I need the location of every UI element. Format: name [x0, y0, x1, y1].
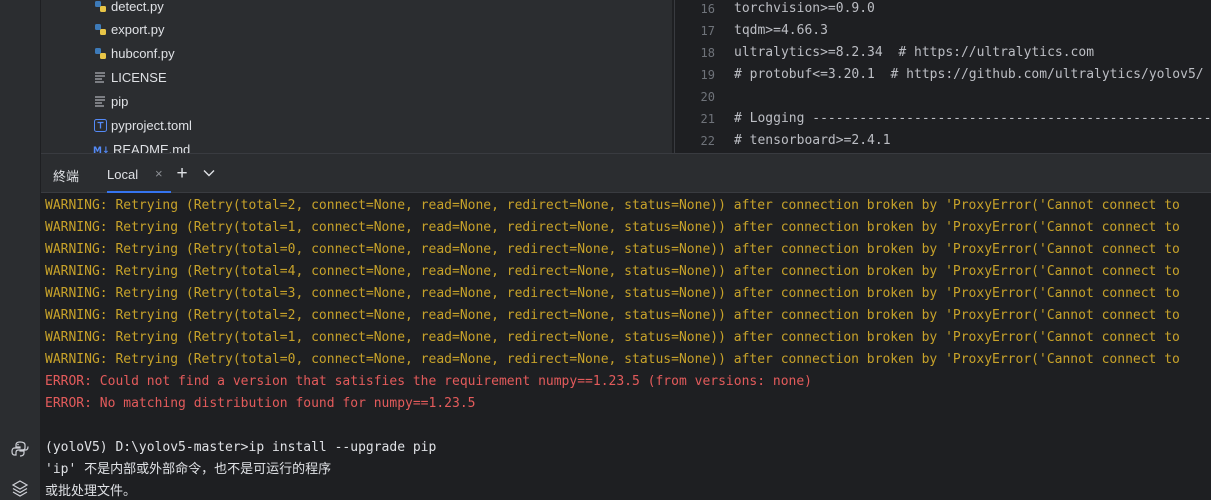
code-line: ultralytics>=8.2.34 # https://ultralytic… — [734, 45, 1095, 60]
tree-item-export-py[interactable]: export.py — [93, 18, 164, 40]
markdown-file-icon: M↓ — [93, 142, 109, 153]
code-line: torchvision>=0.9.0 — [734, 1, 875, 16]
code-line: tqdm>=4.66.3 — [734, 23, 828, 38]
line-number: 20 — [700, 90, 715, 104]
tree-item-label: pyproject.toml — [111, 117, 192, 133]
line-number: 21 — [700, 112, 715, 126]
project-tree: detect.py export.py hubconf.py LICENSE p… — [41, 0, 672, 153]
new-terminal-button[interactable]: + — [172, 163, 192, 183]
terminal-line: WARNING: Retrying (Retry(total=1, connec… — [45, 220, 1180, 235]
terminal-line: 'ip' 不是内部或外部命令，也不是可运行的程序 — [45, 462, 332, 477]
text-file-icon — [93, 94, 107, 108]
code-line: # Logging ------------------------------… — [734, 111, 1211, 126]
terminal-line: 或批处理文件。 — [45, 484, 137, 499]
terminal-toolbar: 終端 Local × + — [41, 153, 1211, 193]
tree-item-label: hubconf.py — [111, 45, 175, 61]
terminal-line: WARNING: Retrying (Retry(total=0, connec… — [45, 242, 1180, 257]
tool-window-strip — [0, 0, 41, 500]
line-number: 19 — [700, 68, 715, 82]
tree-item-label: LICENSE — [111, 69, 167, 85]
terminal-line: WARNING: Retrying (Retry(total=0, connec… — [45, 352, 1180, 367]
code-editor[interactable]: 16 torchvision>=0.9.0 17 tqdm>=4.66.3 18… — [674, 0, 1211, 153]
chevron-down-icon — [203, 170, 215, 177]
plus-icon: + — [176, 162, 188, 184]
terminal-options-button[interactable] — [199, 163, 219, 183]
tab-label: Local — [107, 167, 139, 182]
layers-icon[interactable] — [8, 476, 32, 500]
ide-window: detect.py export.py hubconf.py LICENSE p… — [0, 0, 1211, 500]
tree-item-label: README.md — [113, 141, 191, 154]
terminal-line: WARNING: Retrying (Retry(total=2, connec… — [45, 198, 1180, 213]
code-line: # tensorboard>=2.4.1 — [734, 133, 891, 148]
python-console-icon[interactable] — [8, 437, 32, 461]
terminal-line: WARNING: Retrying (Retry(total=3, connec… — [45, 286, 1180, 301]
line-number: 22 — [700, 134, 715, 148]
toml-file-icon — [93, 118, 107, 132]
terminal-error-line: ERROR: No matching distribution found fo… — [45, 396, 476, 411]
python-file-icon — [93, 22, 107, 36]
tab-local[interactable]: Local × — [107, 154, 171, 193]
tree-item-hubconf-py[interactable]: hubconf.py — [93, 42, 175, 64]
tree-item-label: detect.py — [111, 0, 164, 14]
tree-item-label: pip — [111, 93, 129, 109]
svg-text:M↓: M↓ — [93, 146, 109, 153]
tree-item-label: export.py — [111, 21, 165, 37]
terminal-line: WARNING: Retrying (Retry(total=1, connec… — [45, 330, 1180, 345]
line-number: 17 — [700, 24, 715, 38]
python-file-icon — [93, 0, 107, 13]
close-icon[interactable]: × — [155, 166, 163, 181]
terminal-prompt-line: (yoloV5) D:\yolov5-master>ip install --u… — [45, 440, 437, 455]
tree-item-detect-py[interactable]: detect.py — [93, 0, 164, 17]
terminal-title: 終端 — [53, 169, 80, 184]
line-number: 16 — [700, 2, 715, 16]
code-line: # protobuf<=3.20.1 # https://github.com/… — [734, 67, 1204, 82]
terminal-line: WARNING: Retrying (Retry(total=4, connec… — [45, 264, 1180, 279]
terminal-line: WARNING: Retrying (Retry(total=2, connec… — [45, 308, 1180, 323]
text-file-icon — [93, 70, 107, 84]
python-file-icon — [93, 46, 107, 60]
tree-item-readme-md[interactable]: M↓ README.md — [93, 138, 191, 154]
terminal-output[interactable]: WARNING: Retrying (Retry(total=2, connec… — [41, 193, 1211, 500]
line-number: 18 — [700, 46, 715, 60]
tree-item-license[interactable]: LICENSE — [93, 66, 167, 88]
tree-item-pyproject-toml[interactable]: pyproject.toml — [93, 114, 192, 136]
tree-item-pip[interactable]: pip — [93, 90, 128, 112]
terminal-error-line: ERROR: Could not find a version that sat… — [45, 374, 813, 389]
